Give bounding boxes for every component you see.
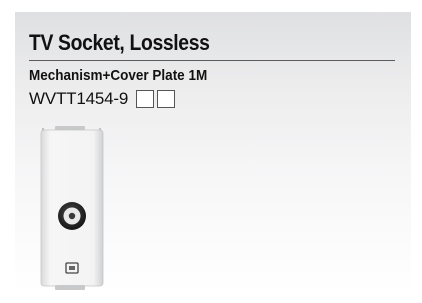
product-card: TV Socket, Lossless Mechanism+Cover Plat…: [15, 12, 411, 295]
top-clip: [55, 126, 85, 130]
product-code: WVTT1454-9: [29, 89, 129, 108]
color-option-1[interactable]: [136, 90, 155, 108]
color-option-2[interactable]: [157, 90, 176, 108]
title-divider: [29, 60, 395, 61]
coax-pin: [68, 212, 76, 220]
product-code-row: WVTT1454-9: [29, 89, 176, 109]
product-title: TV Socket, Lossless: [29, 30, 210, 55]
tv-socket-image: [40, 126, 104, 290]
product-subtitle: Mechanism+Cover Plate 1M: [29, 67, 208, 84]
bottom-clip: [55, 285, 85, 290]
tv-icon-screen: [69, 266, 75, 270]
